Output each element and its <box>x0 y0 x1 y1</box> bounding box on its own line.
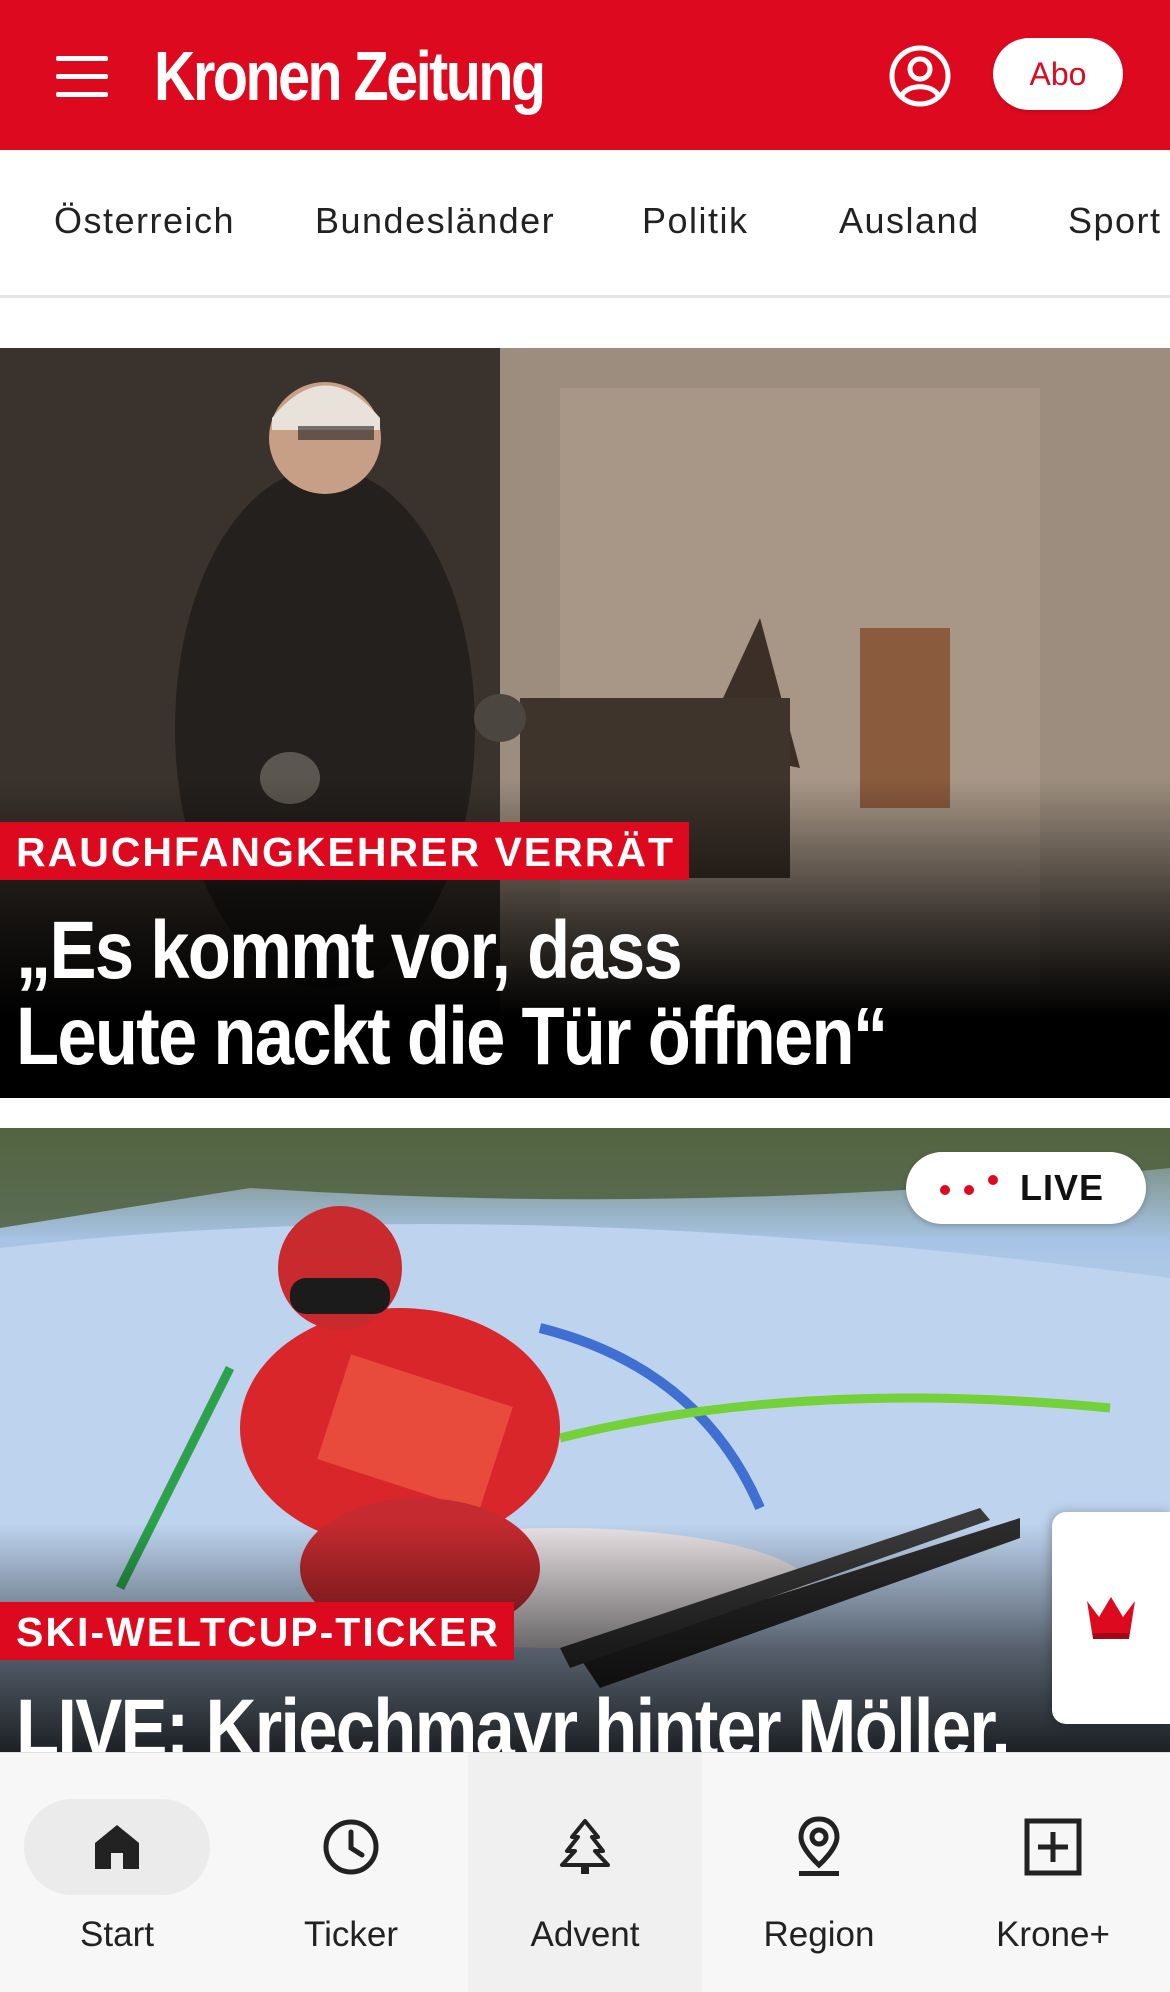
story-card-ski-ticker[interactable]: LIVE SKI-WELTCUP-TICKER LIVE: Kriechmayr… <box>0 1128 1170 1754</box>
story-kicker: SKI-WELTCUP-TICKER <box>0 1602 514 1660</box>
category-tab-bundeslaender[interactable]: Bundesländer <box>315 200 555 242</box>
nav-label: Start <box>80 1915 154 1954</box>
menu-line <box>56 56 108 61</box>
category-tab-oesterreich[interactable]: Österreich <box>54 200 235 242</box>
live-label: LIVE <box>1020 1167 1105 1208</box>
home-icon <box>24 1799 210 1895</box>
site-logo[interactable]: Kronen Zeitung <box>154 34 546 118</box>
nav-label: Advent <box>530 1915 640 1954</box>
bottom-navigation: Start Ticker Advent Region Krone+ <box>0 1752 1170 1992</box>
story-headline[interactable]: LIVE: Kriechmayr hinter Möller, <box>16 1683 1011 1755</box>
location-pin-icon <box>726 1799 912 1895</box>
nav-ticker[interactable]: Ticker <box>234 1753 468 1992</box>
abo-button[interactable]: Abo <box>993 38 1123 110</box>
crown-icon <box>1087 1597 1135 1639</box>
nav-krone-plus[interactable]: Krone+ <box>936 1753 1170 1992</box>
category-nav: Österreich Bundesländer Politik Ausland … <box>0 150 1170 298</box>
nav-start[interactable]: Start <box>0 1753 234 1992</box>
account-circle-icon[interactable] <box>888 44 952 108</box>
nav-label: Krone+ <box>996 1915 1110 1954</box>
menu-line <box>56 92 108 97</box>
nav-advent[interactable]: Advent <box>468 1753 702 1992</box>
christmas-tree-icon <box>492 1799 678 1895</box>
clock-icon <box>258 1799 444 1895</box>
category-tab-politik[interactable]: Politik <box>642 200 749 242</box>
story-card-chimney-sweep[interactable]: RAUCHFANGKEHRER VERRÄT „Es kommt vor, da… <box>0 348 1170 1098</box>
category-tab-sport[interactable]: Sport <box>1068 200 1162 242</box>
krone-plus-side-tab[interactable] <box>1052 1512 1170 1724</box>
story-headline-line: LIVE: Kriechmayr hinter Möller, <box>16 1683 1011 1755</box>
story-headline-line: „Es kommt vor, dass <box>16 905 683 996</box>
story-headline[interactable]: „Es kommt vor, dass Leute nackt die Tür … <box>16 905 888 1082</box>
app-header: Kronen Zeitung Abo <box>0 0 1170 150</box>
category-tab-ausland[interactable]: Ausland <box>839 200 980 242</box>
nav-label: Region <box>763 1915 875 1954</box>
hamburger-menu-icon[interactable] <box>50 48 120 104</box>
live-dots-icon <box>940 1173 1004 1203</box>
plus-square-icon <box>960 1799 1146 1895</box>
menu-line <box>56 74 108 79</box>
live-badge[interactable]: LIVE <box>906 1152 1146 1224</box>
story-headline-line: Leute nackt die Tür öffnen“ <box>16 991 888 1082</box>
nav-region[interactable]: Region <box>702 1753 936 1992</box>
nav-label: Ticker <box>304 1915 398 1954</box>
story-kicker: RAUCHFANGKEHRER VERRÄT <box>0 822 690 880</box>
